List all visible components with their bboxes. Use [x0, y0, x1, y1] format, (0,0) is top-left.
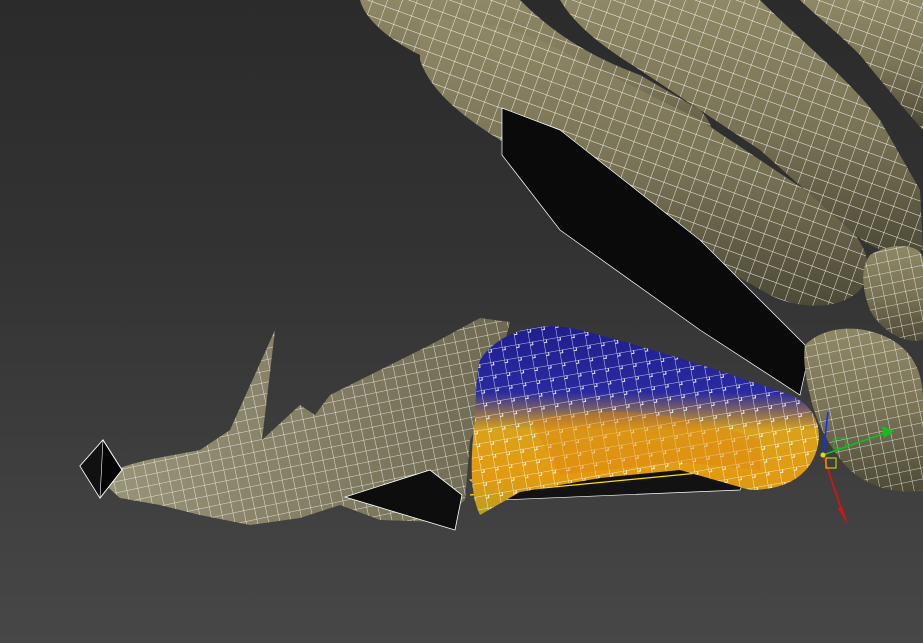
- viewport-scene[interactable]: [0, 0, 923, 643]
- 3d-viewport[interactable]: [0, 0, 923, 643]
- gizmo-x-arrow: [838, 507, 848, 525]
